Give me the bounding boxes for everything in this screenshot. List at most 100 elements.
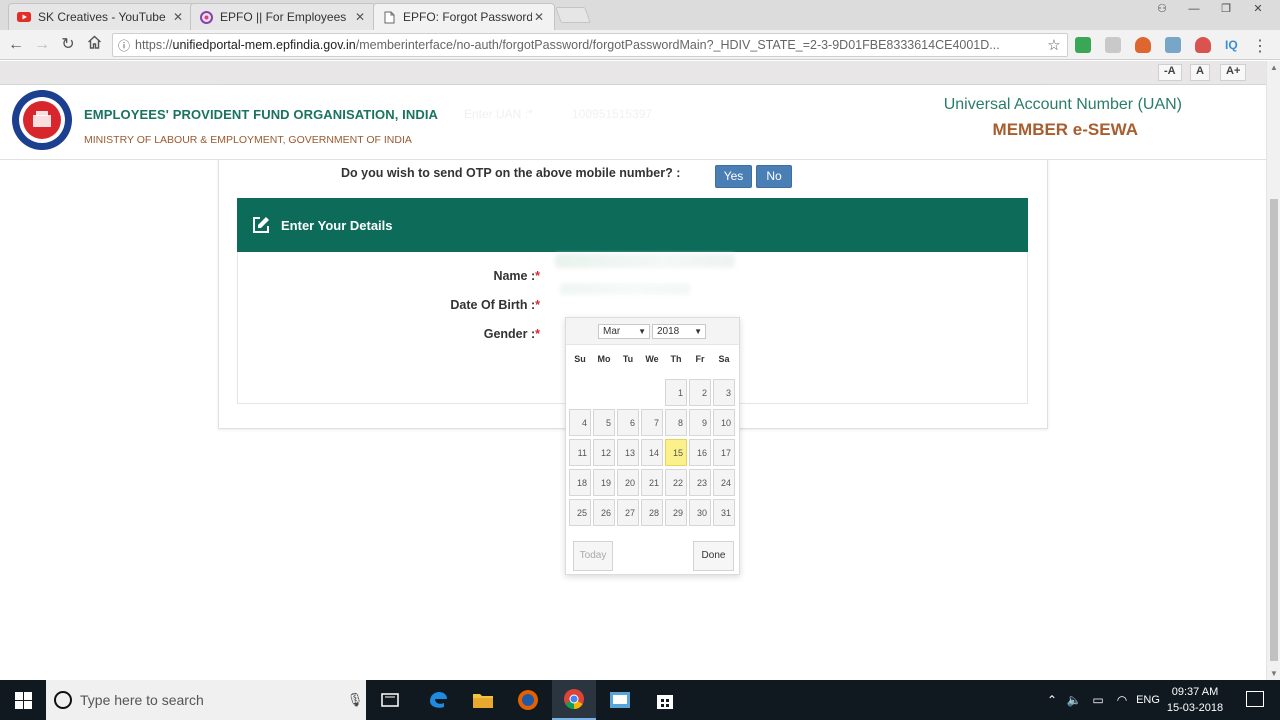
- calendar-day[interactable]: 5: [593, 409, 615, 436]
- shield-extension-icon[interactable]: [1195, 37, 1211, 53]
- scroll-up-icon[interactable]: ▲: [1267, 63, 1280, 72]
- calendar-day[interactable]: 28: [641, 499, 663, 526]
- calendar-day[interactable]: 8: [665, 409, 687, 436]
- tab-close-icon[interactable]: ✕: [171, 10, 185, 24]
- back-icon[interactable]: ←: [6, 35, 26, 55]
- calendar-day-today[interactable]: 15: [665, 439, 687, 466]
- notification-icon[interactable]: [1246, 691, 1264, 707]
- dob-input[interactable]: [560, 283, 690, 295]
- restore-icon[interactable]: ❐: [1212, 2, 1240, 18]
- page-content: -A A A+ EMPLOYEES' PROVIDENT FUND ORGANI…: [0, 61, 1266, 680]
- iq-extension-icon[interactable]: IQ: [1225, 37, 1241, 53]
- datepicker-header: Mar ▼ 2018 ▼: [566, 318, 739, 345]
- tab-close-icon[interactable]: ✕: [532, 10, 546, 24]
- youtube-icon: [17, 10, 31, 24]
- calendar-day[interactable]: 1: [665, 379, 687, 406]
- address-bar[interactable]: ⓘ https://unifiedportal-mem.epfindia.gov…: [112, 33, 1068, 57]
- minimize-icon[interactable]: —: [1180, 2, 1208, 18]
- calendar-day[interactable]: 13: [617, 439, 639, 466]
- volume-icon[interactable]: 🔈: [1064, 680, 1084, 720]
- tab-youtube[interactable]: SK Creatives - YouTube ✕: [8, 3, 194, 30]
- calendar-day[interactable]: 23: [689, 469, 711, 496]
- home-icon[interactable]: [84, 35, 104, 55]
- profile-icon[interactable]: ⚇: [1148, 2, 1176, 18]
- microphone-icon[interactable]: 🎙: [344, 692, 366, 708]
- forward-icon[interactable]: →: [32, 35, 52, 55]
- tab-close-icon[interactable]: ✕: [353, 10, 367, 24]
- battery-icon[interactable]: ▭: [1088, 680, 1108, 720]
- start-button[interactable]: [0, 680, 46, 720]
- calendar-day[interactable]: 10: [713, 409, 735, 436]
- calendar-day[interactable]: 14: [641, 439, 663, 466]
- menu-icon[interactable]: ⋮: [1252, 36, 1268, 56]
- calendar-day[interactable]: 4: [569, 409, 591, 436]
- calendar-day[interactable]: 21: [641, 469, 663, 496]
- dob-label: Date Of Birth :*: [450, 298, 540, 312]
- calendar-day[interactable]: 22: [665, 469, 687, 496]
- reload-icon[interactable]: ↻: [58, 35, 78, 55]
- chevron-up-icon[interactable]: ⌃: [1042, 680, 1062, 720]
- tab-forgot-password[interactable]: EPFO: Forgot Password ✕: [373, 3, 555, 30]
- app-icon[interactable]: [598, 680, 642, 720]
- otp-yes-button[interactable]: Yes: [715, 165, 752, 188]
- today-button[interactable]: Today: [573, 541, 613, 571]
- scroll-thumb[interactable]: [1270, 199, 1278, 661]
- extension-icon[interactable]: [1165, 37, 1181, 53]
- calendar-day[interactable]: 2: [689, 379, 711, 406]
- file-explorer-icon[interactable]: [461, 680, 505, 720]
- calendar-day[interactable]: 26: [593, 499, 615, 526]
- close-window-icon[interactable]: ✕: [1244, 2, 1272, 18]
- done-button[interactable]: Done: [693, 541, 734, 571]
- calendar-day[interactable]: 27: [617, 499, 639, 526]
- url-text[interactable]: https://unifiedportal-mem.epfindia.gov.i…: [135, 38, 1041, 52]
- page-scrollbar[interactable]: ▲ ▼: [1266, 61, 1280, 680]
- calendar-day[interactable]: 29: [665, 499, 687, 526]
- windows-icon: [14, 691, 32, 709]
- wifi-icon[interactable]: ◠: [1112, 680, 1132, 720]
- task-view-icon[interactable]: [368, 680, 412, 720]
- calendar-day[interactable]: 3: [713, 379, 735, 406]
- calendar-day[interactable]: 25: [569, 499, 591, 526]
- epfo-logo-icon: [12, 90, 72, 150]
- calendar-day[interactable]: 12: [593, 439, 615, 466]
- edge-icon[interactable]: [416, 680, 460, 720]
- taskbar-search[interactable]: Type here to search 🎙: [46, 680, 366, 720]
- shield-extension-icon[interactable]: [1135, 37, 1151, 53]
- name-input[interactable]: [555, 254, 735, 268]
- calendar-day[interactable]: 19: [593, 469, 615, 496]
- calendar-day[interactable]: 30: [689, 499, 711, 526]
- calendar-day[interactable]: 20: [617, 469, 639, 496]
- bookmark-star-icon[interactable]: ☆: [1041, 36, 1067, 54]
- month-select[interactable]: Mar ▼: [598, 324, 650, 339]
- language-indicator[interactable]: ENG: [1134, 680, 1162, 720]
- site-info-icon[interactable]: ⓘ: [113, 37, 135, 54]
- extension-icon[interactable]: [1105, 37, 1121, 53]
- uan-value-behind: 100951515397: [572, 107, 653, 121]
- font-normal-button[interactable]: A: [1190, 64, 1210, 81]
- calendar-day[interactable]: 31: [713, 499, 735, 526]
- windows-taskbar: Type here to search 🎙 ⌃ 🔈 ▭ ◠ ENG 09:37 …: [0, 680, 1280, 720]
- new-tab-button[interactable]: [555, 7, 591, 23]
- firefox-icon[interactable]: [506, 680, 550, 720]
- tab-title: EPFO: Forgot Password: [403, 10, 532, 24]
- calendar-day[interactable]: 16: [689, 439, 711, 466]
- font-increase-button[interactable]: A+: [1220, 64, 1247, 81]
- font-decrease-button[interactable]: -A: [1158, 64, 1182, 81]
- calendar-day[interactable]: 11: [569, 439, 591, 466]
- calendar-day[interactable]: 17: [713, 439, 735, 466]
- calendar-day[interactable]: 6: [617, 409, 639, 436]
- tab-epfo-employees[interactable]: EPFO || For Employees ✕: [190, 3, 376, 30]
- calendar-day[interactable]: 7: [641, 409, 663, 436]
- store-icon[interactable]: [643, 680, 687, 720]
- clock[interactable]: 09:37 AM 15-03-2018: [1162, 684, 1228, 716]
- calendar-day[interactable]: 9: [689, 409, 711, 436]
- chrome-icon[interactable]: [552, 680, 596, 720]
- extension-icon[interactable]: [1075, 37, 1091, 53]
- browser-toolbar: ← → ↻ ⓘ https://unifiedportal-mem.epfind…: [0, 30, 1280, 60]
- tab-title: EPFO || For Employees: [220, 10, 347, 24]
- year-select[interactable]: 2018 ▼: [652, 324, 706, 339]
- calendar-day[interactable]: 24: [713, 469, 735, 496]
- otp-no-button[interactable]: No: [756, 165, 792, 188]
- calendar-day[interactable]: 18: [569, 469, 591, 496]
- scroll-down-icon[interactable]: ▼: [1267, 669, 1280, 678]
